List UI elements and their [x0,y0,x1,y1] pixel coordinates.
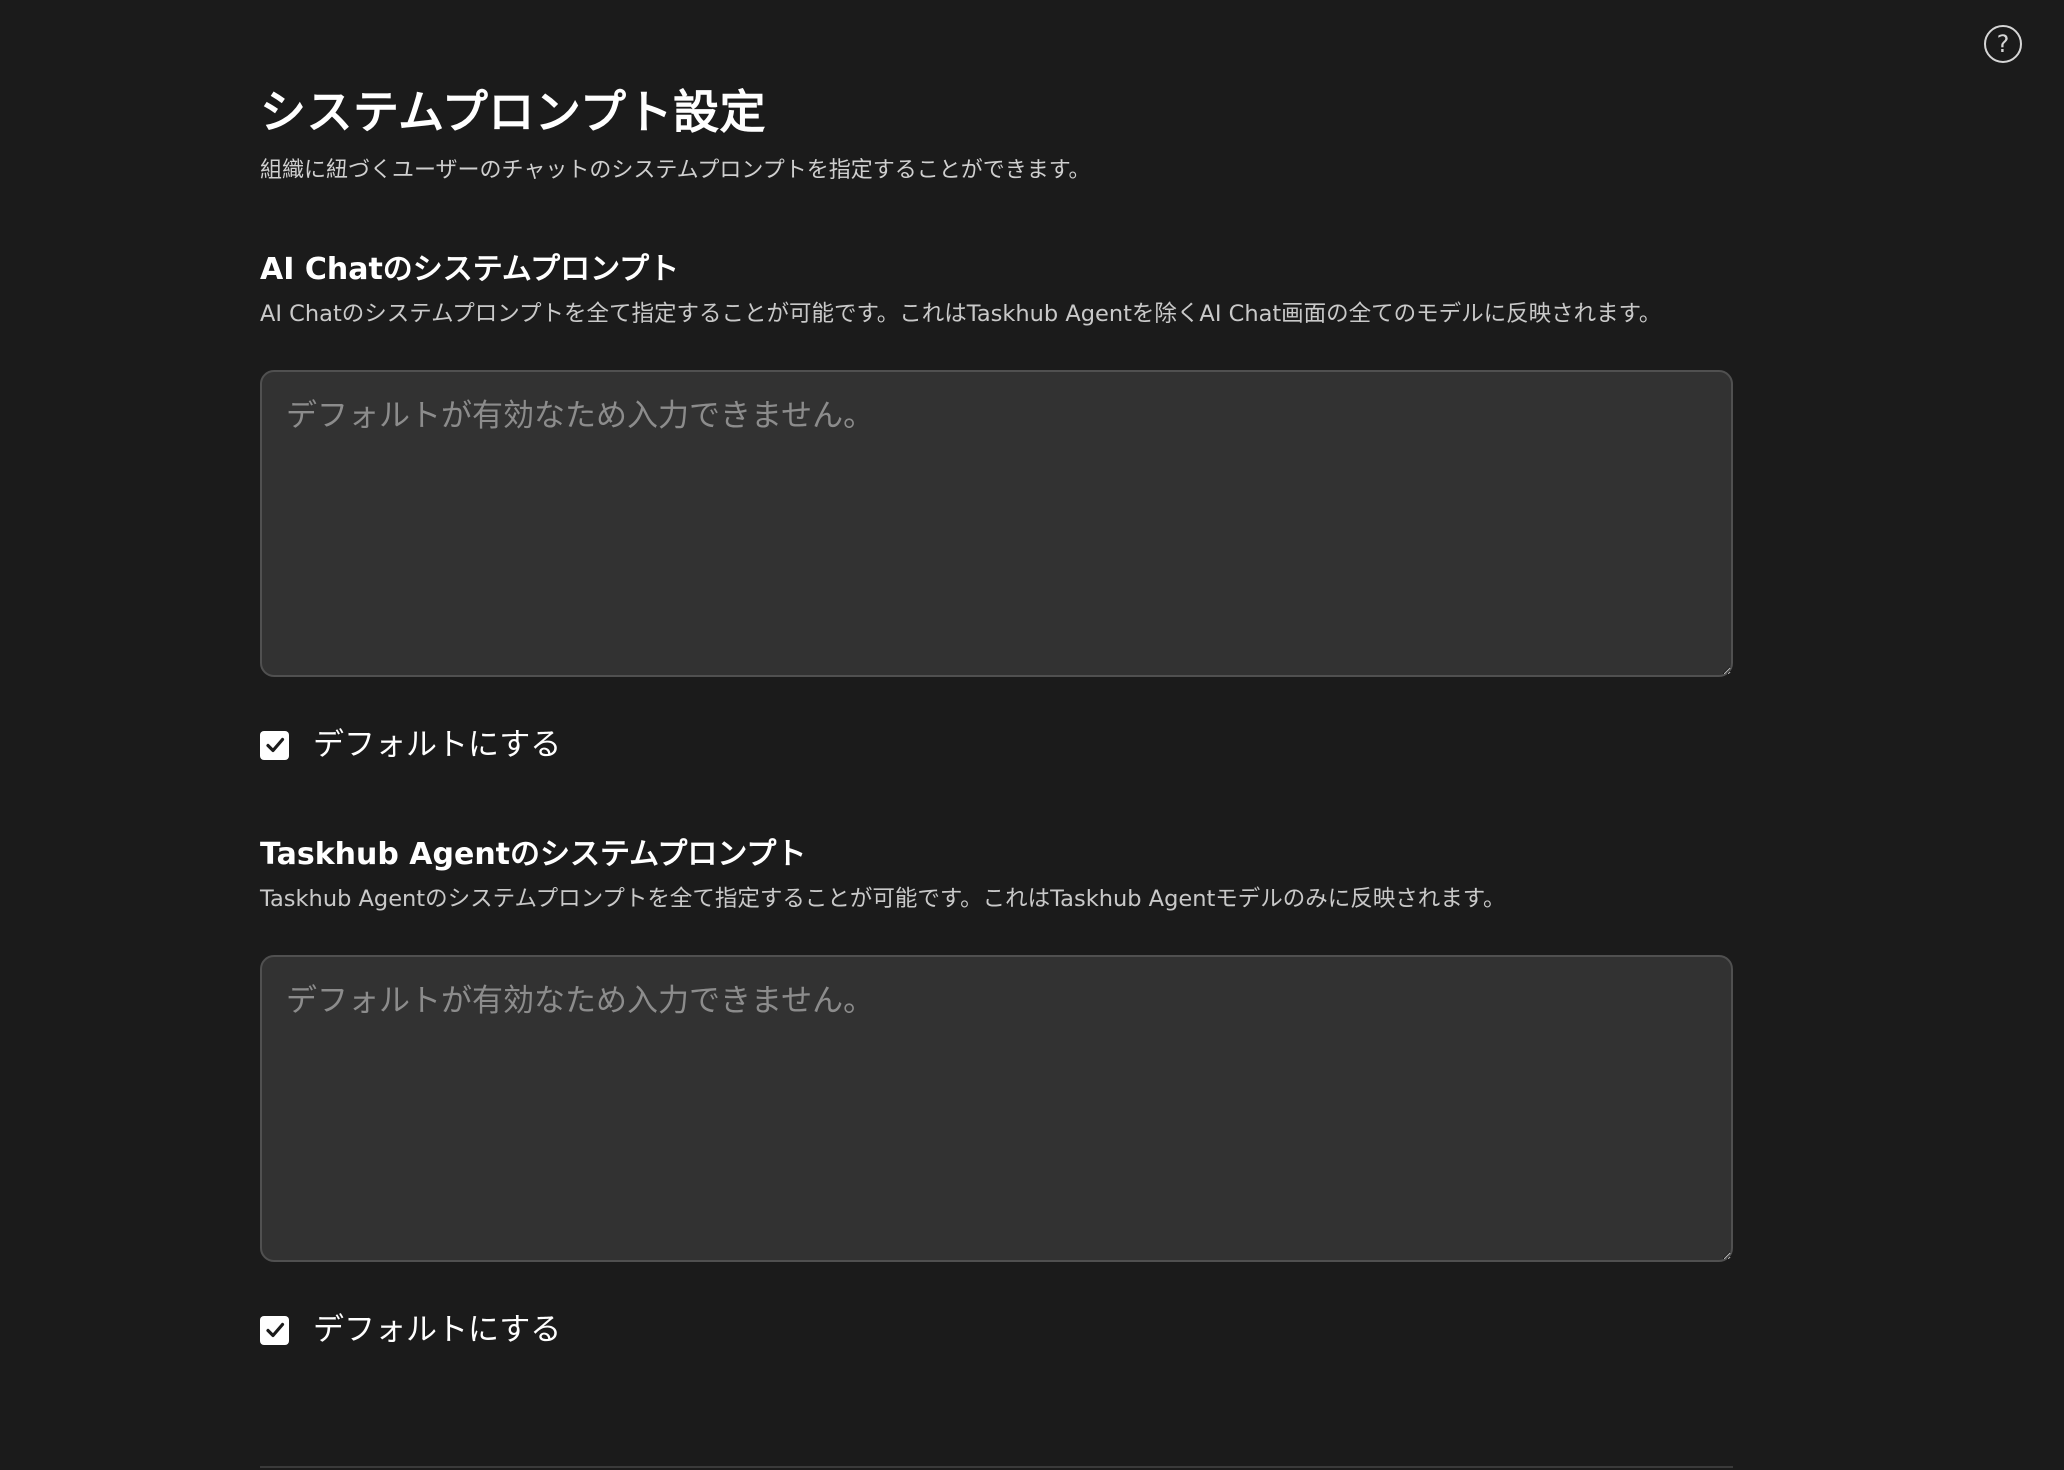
ai-chat-default-toggle[interactable]: デフォルトにする [260,725,1733,765]
bottom-divider [260,1466,1733,1468]
page-subtitle: 組織に紐づくユーザーのチャットのシステムプロンプトを指定することができます。 [260,158,1091,183]
section-description: AI Chatのシステムプロンプトを全て指定することが可能です。これはTaskh… [260,301,1662,327]
section-description: Taskhub Agentのシステムプロンプトを全て指定することが可能です。これ… [260,886,1506,912]
default-checkbox-label: デフォルトにする [313,727,562,763]
main-content: システムプロンプト設定 組織に紐づくユーザーのチャットのシステムプロンプトを指定… [260,82,1733,1350]
system-prompt-settings-page: ? システムプロンプト設定 組織に紐づくユーザーのチャットのシステムプロンプトを… [0,0,2064,1470]
help-glyph: ? [1996,30,2010,58]
checkbox-checked-icon[interactable] [260,1315,289,1345]
section-title: AI Chatのシステムプロンプト [260,252,680,287]
checkbox-checked-icon[interactable] [260,730,289,760]
help-icon[interactable]: ? [1984,25,2022,63]
taskhub-agent-default-toggle[interactable]: デフォルトにする [260,1310,1733,1350]
ai-chat-prompt-section: AI Chatのシステムプロンプト AI Chatのシステムプロンプトを全て指定… [260,250,1733,765]
page-title: システムプロンプト設定 [260,85,766,139]
ai-chat-system-prompt-textarea[interactable] [260,370,1733,677]
taskhub-agent-system-prompt-textarea[interactable] [260,955,1733,1262]
taskhub-agent-prompt-section: Taskhub Agentのシステムプロンプト Taskhub Agentのシス… [260,835,1733,1350]
section-title: Taskhub Agentのシステムプロンプト [260,837,807,872]
default-checkbox-label: デフォルトにする [313,1312,562,1348]
